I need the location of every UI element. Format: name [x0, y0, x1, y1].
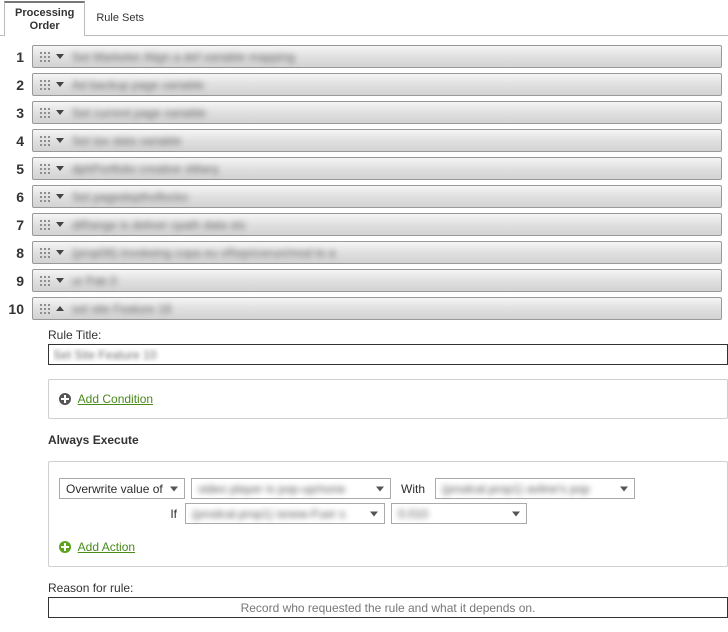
rule-header[interactable]: dphPortfolio creative sMarq	[32, 157, 722, 180]
rule-title-input[interactable]	[48, 344, 728, 365]
drag-handle-icon[interactable]	[39, 247, 50, 258]
chevron-down-icon[interactable]	[56, 194, 64, 199]
rule-title-text: Set current page variable	[72, 106, 206, 120]
rule-title-text: Set pagedepthoflocko	[72, 190, 188, 204]
drag-handle-icon[interactable]	[39, 191, 50, 202]
if-row: If (prodcal.prop1) isnew-Fuer s 0.010	[59, 503, 717, 524]
rule-list: 1 Set Marketer Align a def variable mappi…	[0, 36, 728, 324]
tab-processing-order[interactable]: Processing Order	[4, 1, 85, 36]
rule-row: 7 diRange is deliver cpath data sts	[0, 212, 728, 240]
rule-header[interactable]: Set current page variable	[32, 101, 722, 124]
chevron-down-icon[interactable]	[56, 54, 64, 59]
drag-handle-icon[interactable]	[39, 107, 50, 118]
with-value-select[interactable]: (prodcal.prop1) avline's pop	[435, 478, 635, 499]
add-condition-link[interactable]: Add Condition	[78, 392, 153, 406]
chevron-down-icon[interactable]	[56, 110, 64, 115]
if-field-select[interactable]: (prodcal.prop1) isnew-Fuer s	[185, 503, 385, 524]
action-type-select[interactable]: Overwrite value of	[59, 478, 185, 499]
drag-handle-icon[interactable]	[39, 163, 50, 174]
rule-row: 3 Set current page variable	[0, 100, 728, 128]
chevron-down-icon[interactable]	[56, 138, 64, 143]
rule-header[interactable]: set site Feature 18	[32, 297, 722, 320]
tab-bar: Processing Order Rule Sets	[0, 0, 728, 36]
order-number: 5	[0, 161, 32, 177]
order-number: 9	[0, 273, 32, 289]
rule-row: 8 (prop06) invokeing copa eu vRepricerun/…	[0, 240, 728, 268]
rule-row: 2 Ad backup page variable	[0, 72, 728, 100]
rule-header[interactable]: (prop06) invokeing copa eu vRepricerun/m…	[32, 241, 722, 264]
chevron-up-icon[interactable]	[56, 306, 64, 311]
rule-title-text: diRange is deliver cpath data sts	[72, 218, 245, 232]
order-number: 2	[0, 77, 32, 93]
order-number: 4	[0, 133, 32, 149]
rule-title-text: Ad backup page variable	[72, 78, 204, 92]
order-number: 3	[0, 105, 32, 121]
plus-icon	[59, 541, 71, 553]
drag-handle-icon[interactable]	[39, 303, 50, 314]
rule-title-text: Set Marketer Align a def variable mappin…	[72, 50, 295, 64]
action-section: Overwrite value of video player is pop-u…	[48, 461, 728, 567]
drag-handle-icon[interactable]	[39, 135, 50, 146]
tab-rule-sets[interactable]: Rule Sets	[85, 0, 155, 35]
rule-title-label: Rule Title:	[48, 328, 728, 342]
with-label: With	[397, 482, 429, 496]
if-value-select[interactable]: 0.010	[391, 503, 527, 524]
if-label: If	[59, 507, 179, 521]
rule-row: 5 dphPortfolio creative sMarq	[0, 156, 728, 184]
reason-label: Reason for rule:	[48, 581, 728, 595]
rule-title-text: ur Pak 0	[72, 274, 117, 288]
always-execute-heading: Always Execute	[48, 433, 728, 447]
action-row: Overwrite value of video player is pop-u…	[59, 478, 717, 499]
chevron-down-icon[interactable]	[56, 250, 64, 255]
drag-handle-icon[interactable]	[39, 275, 50, 286]
reason-input[interactable]	[48, 597, 728, 618]
chevron-down-icon[interactable]	[56, 82, 64, 87]
rule-header[interactable]: Ad backup page variable	[32, 73, 722, 96]
rule-row: 6 Set pagedepthoflocko	[0, 184, 728, 212]
chevron-down-icon[interactable]	[56, 278, 64, 283]
rule-header[interactable]: ur Pak 0	[32, 269, 722, 292]
condition-section: Add Condition	[48, 379, 728, 419]
rule-title-text: (prop06) invokeing copa eu vRepricerun/m…	[72, 246, 335, 260]
rule-title-text: Set tax data variable	[72, 134, 181, 148]
rule-header[interactable]: diRange is deliver cpath data sts	[32, 213, 722, 236]
rule-header[interactable]: Set tax data variable	[32, 129, 722, 152]
rule-row: 1 Set Marketer Align a def variable mappi…	[0, 44, 728, 72]
rule-title-text: set site Feature 18	[72, 302, 171, 316]
drag-handle-icon[interactable]	[39, 219, 50, 230]
add-action-link[interactable]: Add Action	[78, 540, 135, 554]
rule-row: 10 set site Feature 18	[0, 296, 728, 324]
order-number: 8	[0, 245, 32, 261]
chevron-down-icon[interactable]	[56, 222, 64, 227]
chevron-down-icon[interactable]	[56, 166, 64, 171]
rule-title-text: dphPortfolio creative sMarq	[72, 162, 218, 176]
order-number: 10	[0, 301, 32, 317]
rule-editor: Rule Title: Add Condition Always Execute…	[38, 324, 728, 628]
order-number: 7	[0, 217, 32, 233]
drag-handle-icon[interactable]	[39, 51, 50, 62]
rule-header[interactable]: Set pagedepthoflocko	[32, 185, 722, 208]
drag-handle-icon[interactable]	[39, 79, 50, 90]
order-number: 1	[0, 49, 32, 65]
action-target-select[interactable]: video player is pop-up/none	[191, 478, 391, 499]
plus-icon	[59, 393, 71, 405]
rule-header[interactable]: Set Marketer Align a def variable mappin…	[32, 45, 722, 68]
order-number: 6	[0, 189, 32, 205]
rule-row: 9 ur Pak 0	[0, 268, 728, 296]
rule-row: 4 Set tax data variable	[0, 128, 728, 156]
